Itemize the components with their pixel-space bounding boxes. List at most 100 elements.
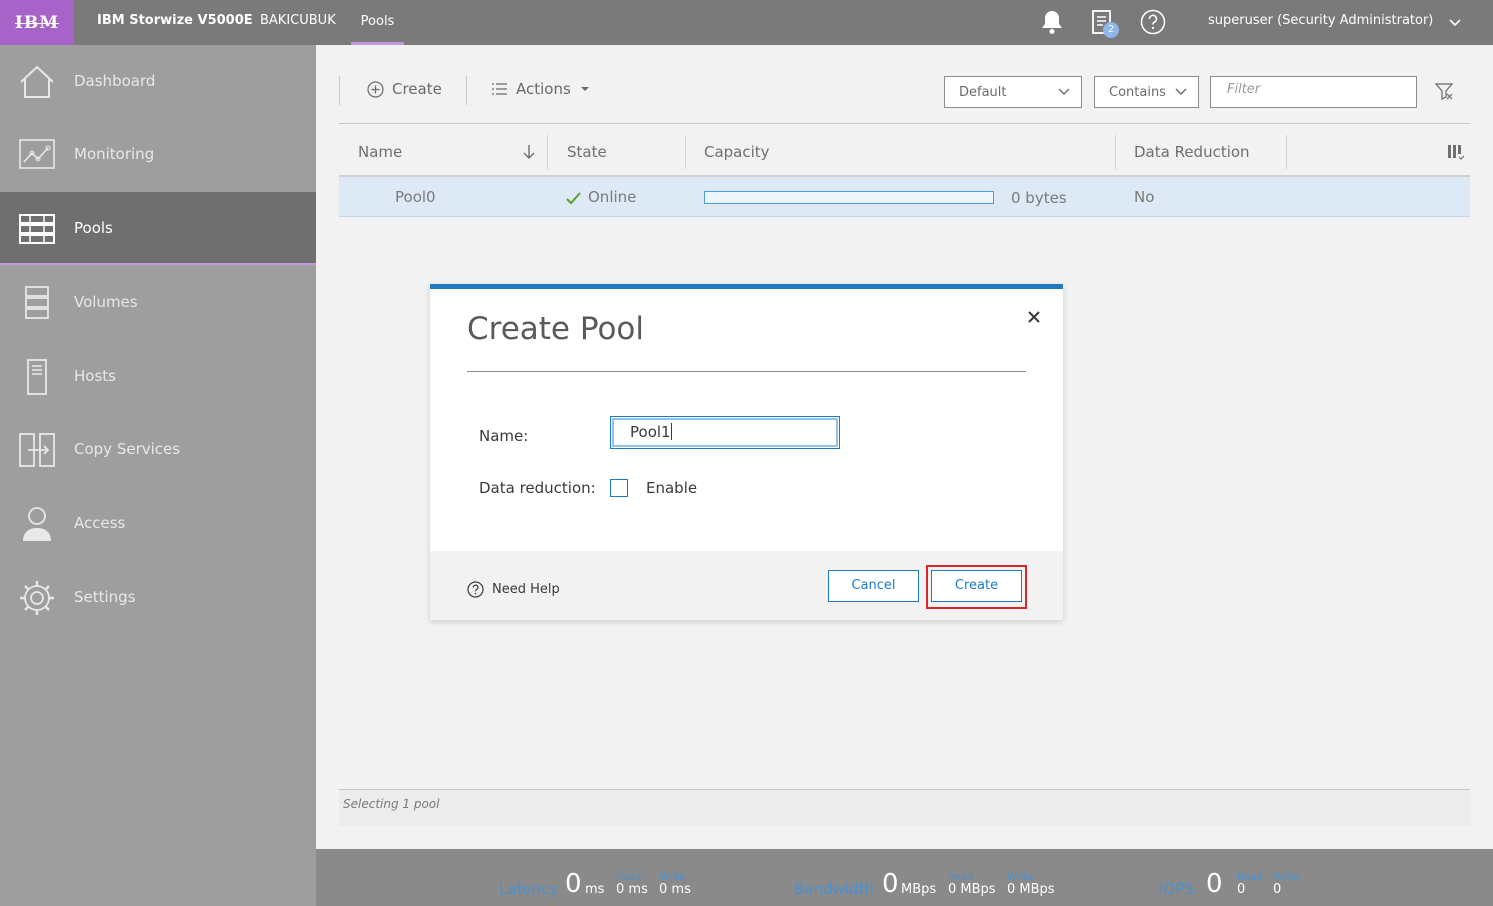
need-help-label: Need Help (492, 582, 560, 597)
column-divider (547, 135, 548, 169)
sidebar-item-settings[interactable]: Settings (0, 561, 316, 634)
capacity-bar (704, 191, 994, 204)
view-select-value: Default (959, 85, 1007, 100)
sidebar-item-hosts[interactable]: Hosts (0, 340, 316, 413)
close-icon[interactable] (1027, 305, 1041, 329)
user-icon (18, 505, 56, 543)
sidebar-item-label: Settings (74, 588, 136, 606)
caret-down-icon (580, 87, 589, 91)
iops-write-value: 0 (1273, 882, 1282, 897)
sidebar-item-dashboard[interactable]: Dashboard (0, 45, 316, 118)
create-button[interactable]: Create (931, 570, 1022, 602)
volumes-icon (18, 284, 56, 322)
table-header: Name State Capacity Data Reduction (339, 123, 1470, 177)
product-name: IBM Storwize V5000E (97, 13, 253, 28)
gear-icon (18, 579, 56, 617)
sidebar: Dashboard Monitoring Pools Volumes Hosts… (0, 45, 316, 906)
latency-value: 0 (565, 869, 582, 899)
sidebar-item-label: Pools (74, 219, 113, 237)
checkmark-icon (566, 190, 581, 209)
clear-filter-icon[interactable] (1434, 82, 1454, 104)
latency-label: Latency (499, 880, 559, 898)
create-button[interactable]: Create (367, 80, 442, 98)
dialog-title: Create Pool (467, 311, 644, 347)
hosts-icon (18, 358, 56, 396)
breadcrumb[interactable]: Pools (351, 0, 404, 45)
user-menu[interactable]: superuser (Security Administrator) (1208, 13, 1433, 28)
ibm-logo[interactable]: IBM (0, 0, 74, 45)
bandwidth-label: Bandwidth (794, 880, 874, 898)
view-select[interactable]: Default (944, 76, 1082, 108)
text-cursor (670, 423, 672, 440)
column-divider (1115, 135, 1116, 169)
system-name[interactable]: BAKICUBUK (260, 13, 336, 28)
sidebar-item-label: Monitoring (74, 145, 155, 163)
sidebar-item-volumes[interactable]: Volumes (0, 266, 316, 339)
selection-status: Selecting 1 pool (343, 797, 440, 811)
latency-read-value: 0 ms (616, 882, 648, 897)
enable-data-reduction-checkbox[interactable] (610, 479, 628, 497)
pool-state: Online (588, 188, 637, 206)
chevron-down-icon (1175, 88, 1187, 95)
toolbar-divider (466, 76, 467, 105)
sidebar-item-access[interactable]: Access (0, 487, 316, 560)
column-header-name[interactable]: Name (358, 143, 402, 161)
sidebar-item-monitoring[interactable]: Monitoring (0, 118, 316, 191)
pools-table: Name State Capacity Data Reduction Pool0… (339, 123, 1470, 217)
monitoring-icon (18, 136, 56, 174)
table-row[interactable]: Pool0 Online 0 bytes No (339, 177, 1470, 217)
match-select[interactable]: Contains (1094, 76, 1199, 108)
help-icon[interactable] (1139, 8, 1167, 36)
column-chooser-icon[interactable] (1447, 143, 1465, 165)
column-divider (685, 135, 686, 169)
need-help-link[interactable]: Need Help (467, 581, 560, 598)
toolbar-divider (339, 76, 340, 105)
iops-read-value: 0 (1237, 882, 1246, 897)
column-header-data-reduction[interactable]: Data Reduction (1134, 143, 1250, 161)
latency-unit: ms (585, 882, 605, 897)
match-select-value: Contains (1109, 85, 1166, 100)
list-icon (492, 83, 507, 95)
tasks-badge: 2 (1103, 22, 1119, 38)
dialog-footer: Need Help Cancel Create (430, 551, 1063, 620)
column-header-capacity[interactable]: Capacity (704, 143, 770, 161)
name-label: Name: (479, 427, 529, 445)
sidebar-item-copy-services[interactable]: Copy Services (0, 413, 316, 486)
chevron-down-icon[interactable] (1447, 12, 1463, 36)
filter-input[interactable]: Filter (1210, 76, 1417, 108)
create-pool-dialog: Create Pool Name: Pool1 Data reduction: … (430, 284, 1063, 620)
cancel-button[interactable]: Cancel (828, 570, 919, 602)
latency-write-value: 0 ms (659, 882, 691, 897)
help-icon (467, 581, 484, 598)
actions-menu[interactable]: Actions (491, 80, 591, 98)
sidebar-item-pools[interactable]: Pools (0, 192, 316, 265)
pool-capacity: 0 bytes (1011, 189, 1067, 207)
copy-services-icon (18, 431, 56, 469)
pool-data-reduction: No (1134, 188, 1155, 206)
bell-icon[interactable] (1038, 8, 1066, 36)
bandwidth-value: 0 (882, 869, 899, 899)
sidebar-item-label: Hosts (74, 367, 116, 385)
data-reduction-label: Data reduction: (479, 479, 596, 497)
sort-down-icon[interactable] (522, 144, 536, 164)
sidebar-item-label: Copy Services (74, 440, 181, 458)
pool-name: Pool0 (395, 188, 436, 206)
dialog-divider (467, 371, 1026, 372)
top-bar: IBM IBM Storwize V5000E BAKICUBUK Pools … (0, 0, 1493, 45)
pool-name-input[interactable]: Pool1 (610, 416, 840, 449)
sidebar-item-label: Access (74, 514, 126, 532)
performance-bar[interactable]: Latency 0 ms Read 0 ms Write 0 ms Bandwi… (316, 849, 1493, 906)
home-icon (18, 63, 56, 101)
pools-icon (18, 210, 56, 248)
bandwidth-unit: MBps (901, 882, 937, 897)
column-header-state[interactable]: State (567, 143, 607, 161)
bandwidth-write-value: 0 MBps (1007, 882, 1055, 897)
create-button-label: Create (392, 80, 442, 98)
table-status-bar: Selecting 1 pool (339, 789, 1470, 826)
iops-label: IOPS (1159, 880, 1194, 898)
actions-menu-label: Actions (516, 80, 571, 98)
enable-label[interactable]: Enable (646, 479, 697, 497)
sidebar-item-label: Dashboard (74, 72, 156, 90)
add-icon (367, 80, 384, 98)
sidebar-item-label: Volumes (74, 293, 138, 311)
